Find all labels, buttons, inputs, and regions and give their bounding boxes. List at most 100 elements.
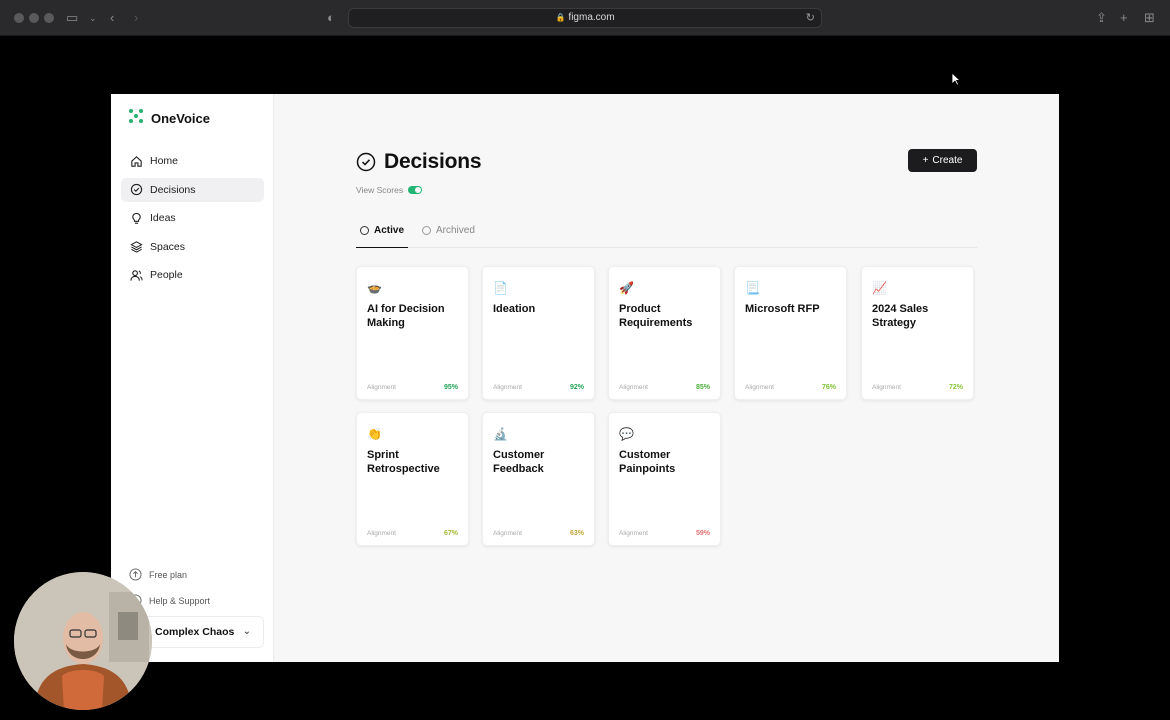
tab-archived[interactable]: Archived [422,225,475,248]
chart-up-icon: 📈 [872,281,887,295]
card-title: AI for Decision Making [367,303,445,329]
decision-card[interactable]: 👏 Sprint Retrospective Alignment 67% [356,412,469,546]
lock-icon: 🔒 [555,13,566,22]
free-plan-link[interactable]: Free plan [129,568,187,581]
tab-bar: Active Archived [356,221,977,248]
browser-toolbar: ▭ ⌄ ‹ › ◐ 🔒 figma.com ↻ ⇪ + ⊞ [0,0,1170,36]
pot-icon: 🍲 [367,281,382,295]
alignment-label: Alignment [493,384,522,391]
shield-icon[interactable]: ◐ [327,10,335,26]
sidebar-item-home[interactable]: Home [121,149,264,173]
sidebar-item-people[interactable]: People [121,263,264,287]
new-tab-icon[interactable]: + [1120,10,1128,26]
page-header: Decisions [356,150,482,174]
alignment-score: 72% [948,384,963,391]
alignment-label: Alignment [745,384,774,391]
address-bar[interactable]: 🔒 figma.com ↻ [348,8,822,28]
home-icon [131,155,142,167]
alignment-label: Alignment [619,530,648,537]
create-label: Create [932,155,963,166]
sidebar-item-label: Spaces [150,240,186,253]
people-icon [130,269,143,281]
lightbulb-icon [132,212,141,224]
tab-overview-icon[interactable]: ⊞ [1144,10,1155,26]
alignment-label: Alignment [493,530,522,537]
check-circle-icon [422,226,431,235]
card-title: Sprint Retrospective [367,449,440,475]
sidebar-item-decisions[interactable]: Decisions [121,177,264,202]
card-title: Microsoft RFP [745,303,820,315]
back-arrow-icon[interactable]: ‹ [110,10,114,26]
workspace-name: Complex Chaos [155,626,235,638]
alignment-score: 95% [443,384,458,391]
card-title: 2024 Sales Strategy [872,303,929,329]
minimize-window-button[interactable] [29,13,39,23]
sidebar-item-label: Decisions [150,183,196,196]
plus-icon: + [922,155,929,166]
card-title: Product Requirements [619,303,693,329]
onevoice-logo-icon [128,108,144,129]
url-text: figma.com [568,12,615,23]
layers-icon [130,241,143,253]
sidebar-item-label: Ideas [150,212,176,224]
document-icon: 📄 [493,281,508,295]
decision-card[interactable]: 🚀 Product Requirements Alignment 85% [608,266,721,400]
help-support-label: Help & Support [149,595,211,606]
circle-icon [360,226,369,235]
alignment-score: 92% [569,384,584,391]
sidebar: OneVoice Home Decisions Ideas Spaces Peo… [111,94,274,662]
view-scores-toggle-row: View Scores [356,185,423,195]
app-window: OneVoice Home Decisions Ideas Spaces Peo… [111,94,1059,662]
sidebar-item-label: People [150,269,183,281]
sidebar-item-label: Home [150,155,179,167]
decision-card[interactable]: 📃 Microsoft RFP Alignment 76% [734,266,847,400]
alignment-label: Alignment [367,530,396,537]
page-title: Decisions [384,150,482,173]
page-icon: 📃 [745,281,760,295]
sidebar-item-spaces[interactable]: Spaces [121,235,264,259]
alignment-label: Alignment [619,384,648,391]
check-circle-icon [130,183,143,196]
free-plan-label: Free plan [149,569,188,580]
mouse-cursor-icon [951,72,962,91]
alignment-score: 59% [695,530,710,537]
sidebar-nav: Home Decisions Ideas Spaces People [121,149,264,292]
speech-bubble-icon: 💬 [619,427,634,441]
brand-name: OneVoice [151,111,211,126]
tab-label: Archived [436,225,475,236]
alignment-score: 63% [569,530,584,537]
card-title: Ideation [493,303,536,315]
view-scores-toggle[interactable] [408,186,423,194]
decision-card[interactable]: 🍲 AI for Decision Making Alignment 95% [356,266,469,400]
brand[interactable]: OneVoice [128,108,210,129]
decision-card[interactable]: 💬 Customer Painpoints Alignment 59% [608,412,721,546]
card-title: Customer Painpoints [619,449,676,475]
close-window-button[interactable] [14,13,24,23]
card-title: Customer Feedback [493,449,545,475]
tab-label: Active [374,225,405,236]
reload-icon[interactable]: ↻ [806,11,815,24]
clapping-hands-icon: 👏 [367,427,382,441]
microscope-icon: 🔬 [493,427,508,441]
alignment-label: Alignment [872,384,901,391]
chevron-down-icon[interactable]: ⌄ [89,10,97,26]
decision-card[interactable]: 📄 Ideation Alignment 92% [482,266,595,400]
tab-active[interactable]: Active [356,225,409,248]
decision-card[interactable]: 📈 2024 Sales Strategy Alignment 72% [861,266,974,400]
alignment-score: 85% [695,384,710,391]
sidebar-item-ideas[interactable]: Ideas [121,206,264,230]
zoom-window-button[interactable] [44,13,54,23]
presenter-video-icon [14,572,152,710]
alignment-label: Alignment [367,384,396,391]
chevron-down-icon: ⌄ [242,626,251,637]
forward-arrow-icon[interactable]: › [134,10,138,26]
sidebar-toggle-icon[interactable]: ▭ [66,10,78,26]
create-button[interactable]: + Create [908,149,977,172]
share-icon[interactable]: ⇪ [1096,10,1107,26]
alignment-score: 67% [443,530,458,537]
arrow-up-circle-icon [129,568,142,581]
check-circle-icon [356,152,376,172]
decision-card[interactable]: 🔬 Customer Feedback Alignment 63% [482,412,595,546]
view-scores-label: View Scores [356,185,404,195]
rocket-icon: 🚀 [619,281,634,295]
